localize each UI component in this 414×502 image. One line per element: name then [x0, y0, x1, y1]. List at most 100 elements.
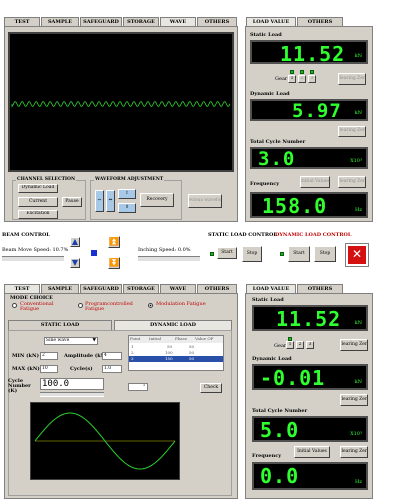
clearing-zero-static-button[interactable]: Clearing Zero — [340, 339, 368, 351]
total-cycle-value: 5.0 — [260, 418, 300, 442]
spinner-arrows-icon: ↕ — [142, 383, 146, 388]
clearing-zero-static-button[interactable]: Clearing Zero — [338, 73, 366, 85]
waveform-trace — [11, 100, 231, 108]
total-cycle-value: 3.0 — [258, 148, 296, 170]
conventional-fatigue-radio[interactable] — [12, 303, 17, 308]
total-cycle-label: Total Cycle Number — [250, 139, 306, 145]
beam-speed-slider[interactable] — [2, 256, 64, 262]
beam-down-button[interactable]: ▼ — [70, 258, 80, 268]
wave-type-value: Sine wave — [46, 338, 70, 343]
amplitude-input[interactable]: 4 — [102, 352, 122, 360]
programcontrolled-fatigue-label: Programcontrolled Fatigue — [85, 301, 133, 312]
static-load-label: Static Load — [252, 297, 284, 303]
frequency-label: Frequency — [252, 453, 282, 459]
check-button[interactable]: Check — [200, 383, 222, 393]
static-start-led — [210, 252, 214, 256]
oscilloscope-screen — [8, 32, 234, 172]
arrow-up-icon: ▲ — [71, 237, 79, 246]
cell: 50 — [189, 356, 195, 361]
gear-2-indicator — [300, 70, 304, 74]
dynamic-load-label: Dynamic Load — [252, 356, 292, 362]
dynamic-load-display: -0.01 kN — [252, 364, 368, 390]
cycle-number-label: Cycle Number (K) — [8, 378, 31, 394]
channel-selection-title: CHANNEL SELECTION — [16, 177, 77, 182]
cycle-s-input[interactable]: 1.0 — [102, 365, 122, 373]
clearing-zero-dynamic-button[interactable]: Clearing Zero — [338, 126, 366, 137]
dynamic-load-display: 5.97 kN — [250, 99, 368, 122]
static-load-display: 11.52 kN — [250, 40, 368, 66]
tab-dynamic-load[interactable]: DYNAMIC LOAD — [114, 320, 232, 330]
compress-horizontal-button[interactable]: ↔ — [95, 190, 104, 212]
fast-down-button[interactable]: ⏬ — [108, 257, 120, 269]
cell: 1 — [131, 344, 134, 349]
static-start-button[interactable]: Start — [217, 247, 237, 259]
cycle-number-input[interactable]: 100.0 — [40, 378, 104, 390]
point-spinner[interactable]: ↕ — [128, 383, 148, 391]
static-load-display: 11.52 kN — [252, 305, 368, 331]
stretch-down-button[interactable]: ⇕ — [118, 203, 136, 213]
beam-up-button[interactable]: ▲ — [70, 237, 80, 247]
dynamic-start-led — [280, 252, 284, 256]
gear-1-indicator — [290, 70, 294, 74]
gear-3-button[interactable]: 3 — [308, 75, 316, 83]
arrow-down-icon: ▼ — [71, 258, 79, 267]
cell: 150 — [165, 356, 173, 361]
cell: 2 — [131, 350, 134, 355]
frequency-label: Frequency — [250, 181, 280, 187]
static-load-unit: kN — [354, 53, 362, 59]
expand-horizontal-button[interactable]: ⇔ — [106, 190, 115, 212]
cell: 50 — [189, 344, 195, 349]
tab-static-load[interactable]: STATIC LOAD — [8, 320, 112, 330]
gear-2-button[interactable]: 2 — [298, 75, 306, 83]
stretch-up-button[interactable]: ↕ — [118, 189, 136, 199]
amplitude-value: 4 — [104, 353, 107, 358]
initial-values-button[interactable]: Initial Values — [300, 176, 330, 188]
beam-stop-icon[interactable] — [91, 250, 97, 256]
min-input[interactable]: 2 — [40, 352, 58, 360]
total-cycle-display: 3.0 X10³ — [250, 147, 368, 170]
max-label: MAX (kN) — [12, 366, 40, 372]
cycle-s-label: Cycle(s) — [70, 366, 93, 372]
close-icon: ✕ — [351, 247, 363, 262]
frequency-unit: Hz — [355, 479, 362, 485]
gear-1-button[interactable]: 1 — [286, 341, 294, 349]
dynamic-load-value: -0.01 — [260, 366, 326, 390]
static-load-label: Static Load — [250, 32, 282, 38]
gear-3-button[interactable]: 3 — [306, 341, 314, 349]
dynamic-load-button[interactable]: Dynamic Load — [18, 184, 58, 193]
excitation-button[interactable]: Excitation — [18, 210, 58, 219]
arrows-expand-icon: ⇔ — [108, 197, 113, 203]
static-load-unit: kN — [354, 320, 362, 326]
recovery-button[interactable]: Recovery — [140, 193, 174, 207]
inching-speed-slider[interactable] — [138, 256, 200, 262]
dynamic-stop-button[interactable]: Stop — [314, 246, 336, 262]
max-value: 10 — [42, 366, 48, 371]
clearing-zero-cycle-button[interactable]: Clearing Zero — [340, 446, 368, 458]
modulation-fatigue-radio[interactable] — [148, 303, 153, 308]
cycle-number-slider[interactable] — [40, 392, 104, 397]
clearing-zero-cycle-button[interactable]: Clearing Zero — [338, 176, 366, 188]
gear-2-button[interactable]: 2 — [296, 341, 304, 349]
header-phase: Phase — [175, 336, 188, 341]
cell: 50 — [167, 344, 173, 349]
fast-up-button[interactable]: ⏫ — [108, 236, 120, 248]
dynamic-load-label: Dynamic Load — [250, 91, 290, 97]
initial-values-button[interactable]: Initial Values — [294, 446, 330, 458]
wave-type-select[interactable]: Sine wave ▼ — [44, 337, 98, 345]
max-input[interactable]: 10 — [40, 365, 58, 373]
static-stop-button[interactable]: Stop — [242, 246, 262, 262]
double-arrow-up-icon: ⏫ — [109, 236, 119, 246]
beam-speed-label: Beam Move Speed: 10.7% — [2, 247, 69, 253]
dynamic-start-button[interactable]: Start — [288, 246, 310, 262]
programcontrolled-fatigue-radio[interactable] — [78, 303, 83, 308]
table-row-selected[interactable]: 3 150 50 — [129, 356, 223, 362]
clearing-zero-dynamic-button[interactable]: Clearing Zero — [340, 394, 368, 406]
emergency-close-button[interactable]: ✕ — [345, 243, 369, 267]
current-button[interactable]: Current — [18, 197, 58, 207]
gear-1-button[interactable]: 1 — [288, 75, 296, 83]
static-load-value: 11.52 — [280, 42, 346, 66]
frequency-value: 158.0 — [262, 194, 328, 218]
pause-button[interactable]: Pause — [62, 197, 82, 207]
previous-waveform-button[interactable]: Previous waveform — [188, 194, 222, 208]
total-cycle-unit: X10³ — [350, 158, 362, 164]
